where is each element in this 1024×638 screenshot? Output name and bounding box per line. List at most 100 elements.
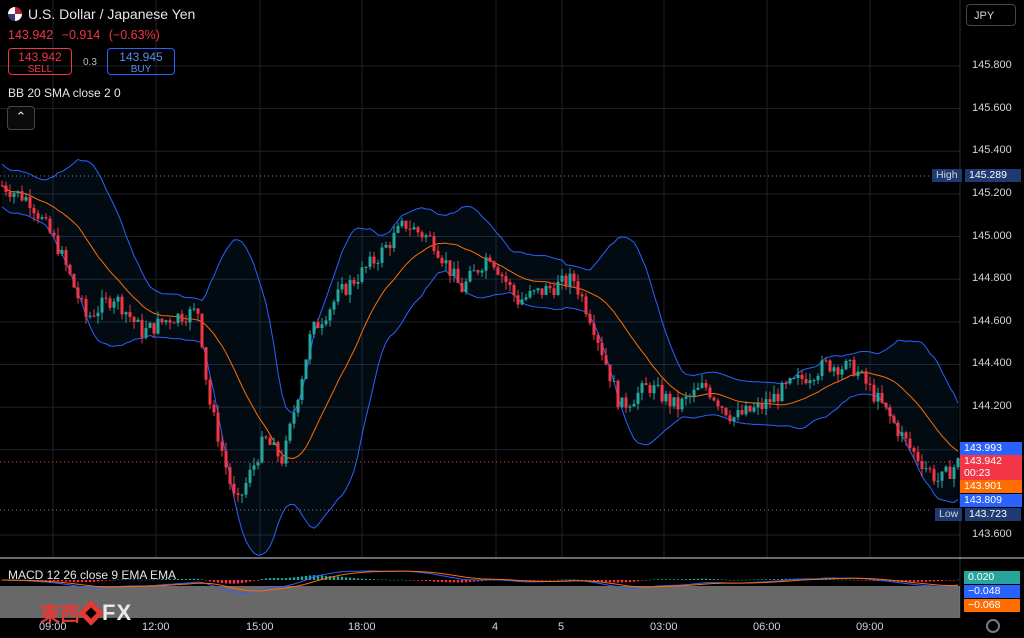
candle-body xyxy=(708,387,712,398)
candle-body xyxy=(104,297,108,299)
candle-body xyxy=(172,322,176,324)
candle-body xyxy=(628,406,632,408)
bollinger-indicator-label[interactable]: BB 20 SMA close 2 0 xyxy=(8,86,121,100)
high-label: High xyxy=(932,169,962,182)
candle-body xyxy=(216,412,220,442)
macd-histogram-bar xyxy=(548,579,552,581)
bb-upper-tag: 143.993 xyxy=(960,442,1022,455)
candle-body xyxy=(156,318,160,334)
candle-body xyxy=(28,197,32,208)
candle-body xyxy=(96,312,100,317)
candle-body xyxy=(796,374,800,378)
macd-histogram-bar xyxy=(704,578,708,580)
candle-body xyxy=(388,244,392,249)
candle-body xyxy=(648,384,652,394)
candle-body xyxy=(284,440,288,464)
candle-body xyxy=(304,359,308,380)
candle-body xyxy=(540,288,544,295)
candle-body xyxy=(392,232,396,249)
collapse-button[interactable]: ⌃ xyxy=(7,106,35,130)
candle-body xyxy=(460,282,464,293)
macd-histogram-bar xyxy=(652,579,656,581)
macd-histogram-bar xyxy=(420,580,424,581)
candle-body xyxy=(208,379,212,405)
candle-body xyxy=(228,467,232,484)
macd-histogram-bar xyxy=(612,580,616,583)
macd-histogram-bar xyxy=(776,579,780,580)
symbol-title[interactable]: U.S. Dollar / Japanese Yen xyxy=(8,6,195,22)
price-chart[interactable] xyxy=(0,0,1024,638)
signal-line-tag: −0.068 xyxy=(964,599,1020,612)
macd-histogram-bar xyxy=(836,579,840,581)
settings-gear-icon[interactable] xyxy=(986,619,1000,633)
macd-histogram-bar xyxy=(192,578,196,580)
macd-histogram-bar xyxy=(284,578,288,580)
macd-histogram-bar xyxy=(456,580,460,583)
macd-histogram-bar xyxy=(660,579,664,580)
macd-histogram-bar xyxy=(700,578,704,580)
candle-body xyxy=(812,380,816,382)
candle-body xyxy=(152,322,156,334)
low-value: 143.723 xyxy=(965,508,1021,521)
candle-body xyxy=(864,371,868,384)
macd-histogram-bar xyxy=(388,579,392,581)
sell-button[interactable]: 143.942 SELL xyxy=(8,48,72,75)
candle-body xyxy=(532,290,536,292)
macd-histogram-tag: 0.020 xyxy=(964,571,1020,584)
candle-body xyxy=(340,283,344,290)
candle-body xyxy=(252,465,256,470)
candle-body xyxy=(788,378,792,384)
macd-histogram-bar xyxy=(860,580,864,581)
candle-body xyxy=(724,407,728,416)
candle-body xyxy=(188,309,192,323)
macd-histogram-bar xyxy=(372,579,376,580)
macd-histogram-bar xyxy=(440,580,444,583)
macd-histogram-bar xyxy=(200,579,204,580)
macd-histogram-bar xyxy=(732,580,736,581)
candle-body xyxy=(80,298,84,300)
candle-body xyxy=(244,482,248,495)
candle-body xyxy=(484,257,488,271)
chart-window: U.S. Dollar / Japanese Yen 143.942 −0.91… xyxy=(0,0,1024,638)
candle-body xyxy=(556,281,560,295)
macd-histogram-bar xyxy=(196,578,200,580)
candle-body xyxy=(496,267,500,275)
macd-histogram-bar xyxy=(268,578,272,580)
candle-body xyxy=(904,432,908,439)
candle-body xyxy=(468,270,472,282)
candle-body xyxy=(312,321,316,335)
macd-histogram-bar xyxy=(204,580,208,581)
candle-body xyxy=(512,285,516,296)
macd-histogram-bar xyxy=(340,576,344,580)
candle-body xyxy=(580,294,584,297)
macd-histogram-bar xyxy=(280,578,284,580)
candle-body xyxy=(716,400,720,407)
candle-body xyxy=(824,360,828,362)
macd-histogram-bar xyxy=(940,580,944,581)
candle-body xyxy=(620,397,624,408)
candle-body xyxy=(552,288,556,295)
macd-histogram-bar xyxy=(620,580,624,583)
candle-body xyxy=(300,379,304,401)
macd-histogram-bar xyxy=(608,580,612,583)
currency-selector[interactable]: JPY xyxy=(966,4,1016,26)
macd-histogram-bar xyxy=(768,579,772,580)
us-flag-icon xyxy=(8,7,22,21)
candle-body xyxy=(268,437,272,445)
buy-button[interactable]: 143.945 BUY xyxy=(107,48,175,75)
candle-body xyxy=(816,375,820,381)
macd-histogram-bar xyxy=(392,579,396,581)
candle-body xyxy=(772,393,776,403)
macd-indicator-label[interactable]: MACD 12 26 close 9 EMA EMA xyxy=(8,568,176,582)
candle-body xyxy=(264,436,268,438)
candle-body xyxy=(872,384,876,402)
candle-body xyxy=(888,407,892,417)
candle-body xyxy=(60,250,64,254)
candle-body xyxy=(140,319,144,338)
candle-body xyxy=(348,280,352,295)
logo-fx-text: FX xyxy=(102,599,133,625)
candle-body xyxy=(356,281,360,284)
candle-body xyxy=(720,406,724,408)
candle-body xyxy=(316,321,320,329)
bb-fill xyxy=(2,159,958,556)
